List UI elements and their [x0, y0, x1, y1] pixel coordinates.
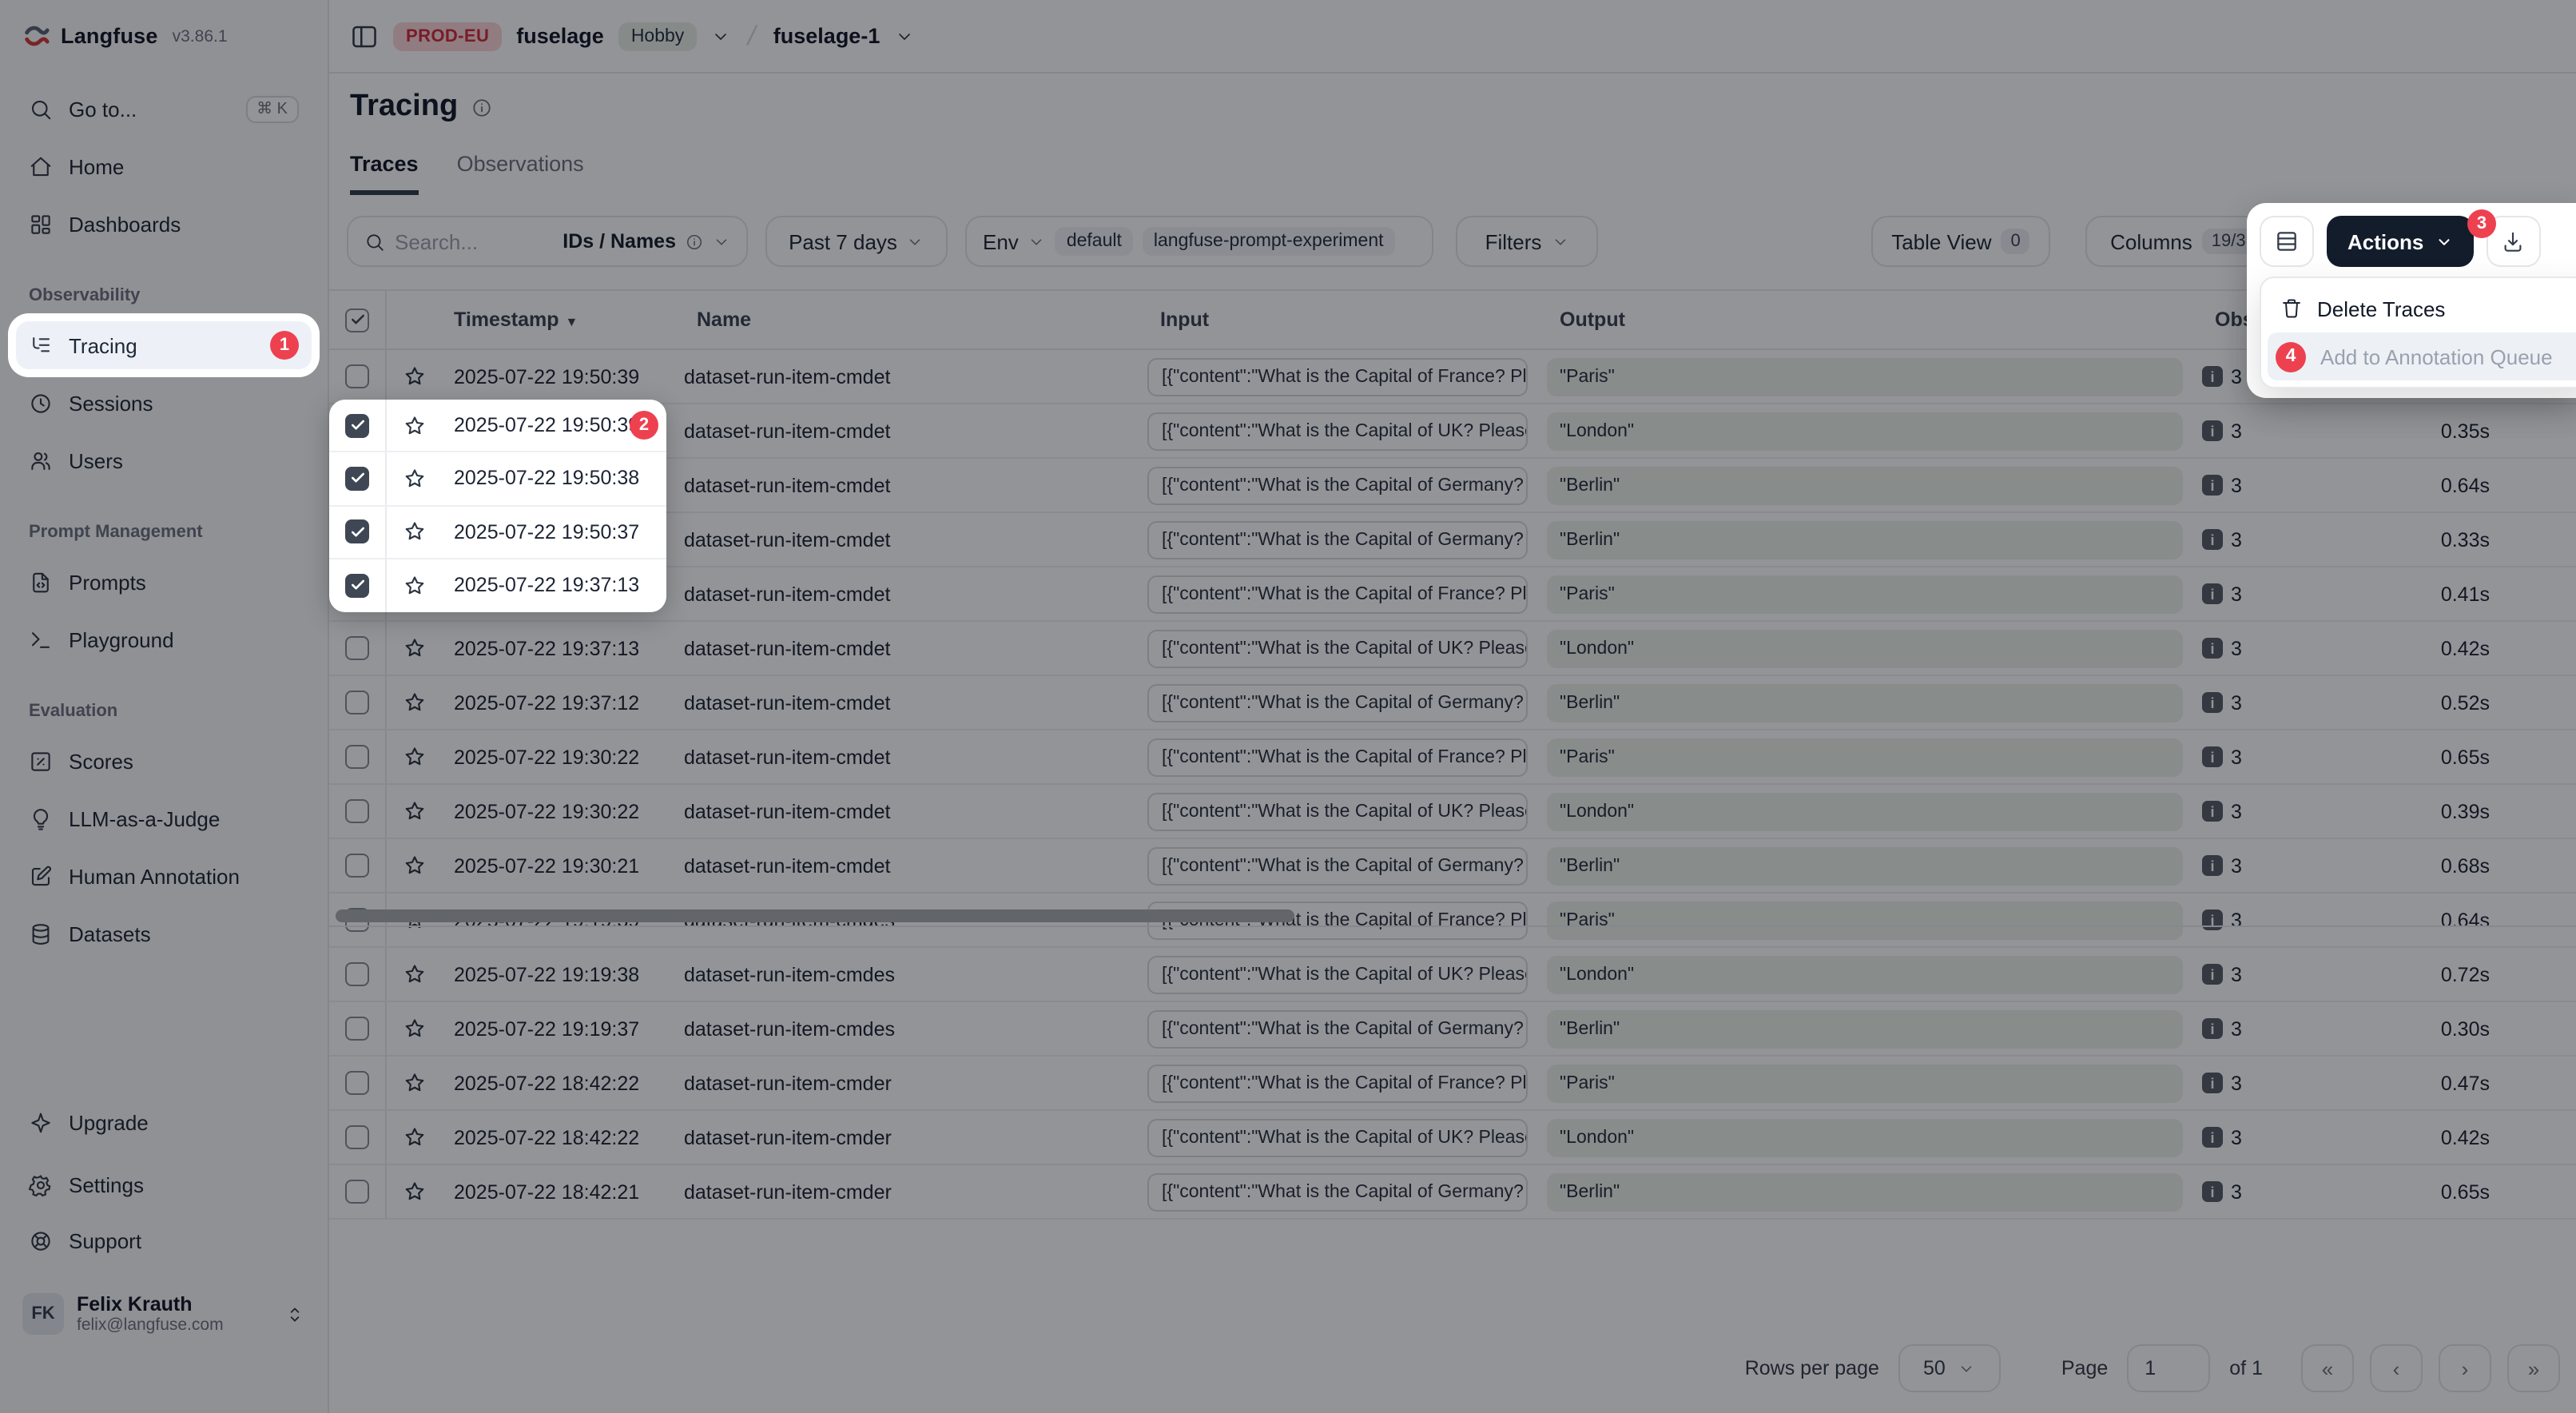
actions-dropdown-menu: Delete Traces 4 Add to Annotation Queue	[2260, 277, 2576, 388]
sidebar-item-label: Tracing	[69, 333, 137, 357]
selected-row-highlight[interactable]: 2025-07-22 19:50:38	[329, 453, 666, 507]
menu-item-label: Delete Traces	[2317, 297, 2445, 320]
menu-item-label: Add to Annotation Queue	[2320, 344, 2553, 368]
tutorial-dim-overlay	[0, 0, 2576, 1413]
row-checkbox[interactable]	[329, 400, 387, 452]
bookmark-star-icon[interactable]	[387, 413, 441, 437]
sidebar-item-tracing[interactable]: Tracing 1	[16, 321, 312, 369]
menu-item-delete-traces[interactable]: Delete Traces	[2268, 285, 2576, 332]
tutorial-step-2-badge: 2	[630, 411, 658, 440]
cell-timestamp: 2025-07-22 19:50:38	[441, 468, 666, 490]
cell-timestamp: 2025-07-22 19:37:13	[441, 575, 666, 597]
tutorial-step-3-badge: 3	[2467, 209, 2496, 238]
actions-button[interactable]: Actions	[2327, 216, 2473, 267]
selected-row-highlight[interactable]: 2025-07-22 19:50:37	[329, 506, 666, 559]
actions-spotlight-card: Actions 3 Delete Traces 4 Add to Annotatio…	[2247, 203, 2576, 398]
row-checkbox[interactable]	[329, 559, 387, 613]
row-checkbox[interactable]	[329, 506, 387, 558]
tutorial-step-4-badge: 4	[2276, 341, 2306, 372]
row-height-icon	[2274, 229, 2300, 254]
tutorial-step-1-badge: 1	[270, 331, 299, 360]
app-root: Langfuse v3.86.1 Go to... ⌘ K HomeDashbo…	[0, 0, 2576, 1413]
menu-item-add-to-annotation-queue[interactable]: 4 Add to Annotation Queue	[2268, 332, 2576, 380]
selected-row-highlight[interactable]: 2025-07-22 19:50:392	[329, 400, 666, 453]
row-height-button[interactable]	[2260, 216, 2314, 267]
row-checkbox[interactable]	[329, 453, 387, 505]
bookmark-star-icon[interactable]	[387, 467, 441, 491]
chevron-down-icon	[2435, 233, 2452, 250]
selected-rows-spotlight: 2025-07-22 19:50:392 2025-07-22 19:50:38 2…	[329, 400, 666, 612]
cell-timestamp: 2025-07-22 19:50:37	[441, 520, 666, 543]
download-icon	[2501, 229, 2525, 253]
selected-row-highlight[interactable]: 2025-07-22 19:37:13	[329, 559, 666, 613]
bookmark-star-icon[interactable]	[387, 574, 441, 598]
bookmark-star-icon[interactable]	[387, 519, 441, 543]
table-action-buttons: Actions 3	[2260, 216, 2540, 267]
